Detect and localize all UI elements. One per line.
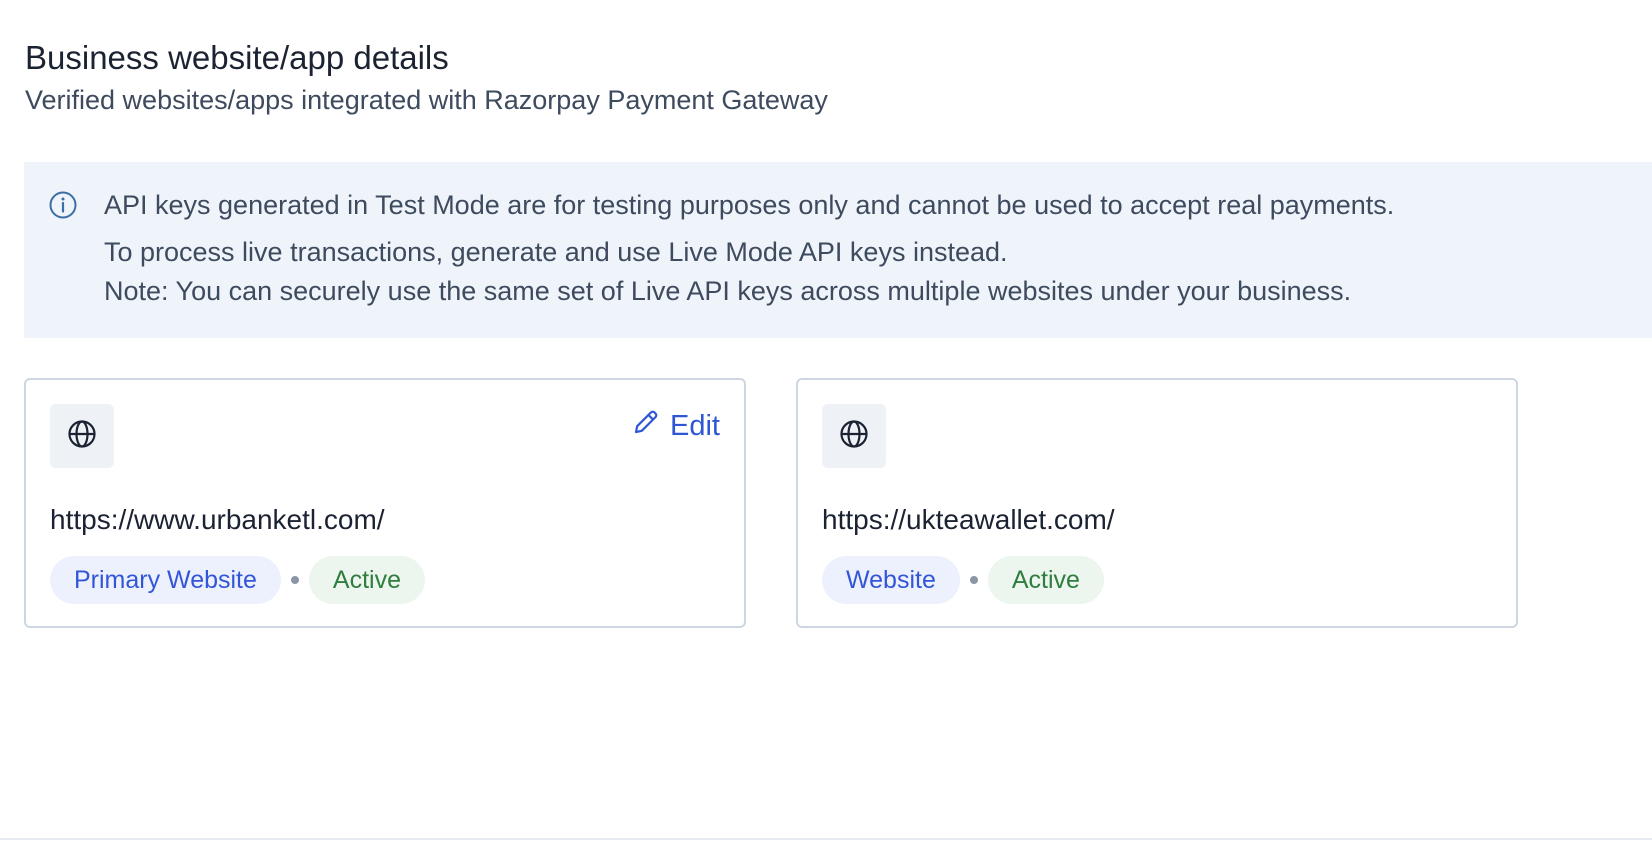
website-url: https://www.urbanketl.com/	[50, 504, 385, 535]
globe-icon	[66, 418, 98, 455]
banner-line-test-mode: API keys generated in Test Mode are for …	[104, 190, 1395, 220]
edit-website-button[interactable]: Edit	[632, 408, 720, 444]
pencil-icon	[632, 408, 660, 444]
website-badges: Primary Website Active	[50, 556, 426, 604]
website-type-badge: Website	[822, 556, 960, 604]
separator-dot	[290, 576, 299, 584]
edit-label: Edit	[670, 409, 720, 442]
banner-line-note: Note: You can securely use the same set …	[104, 276, 1352, 306]
website-badges: Website Active	[822, 556, 1104, 604]
separator-dot	[969, 576, 978, 584]
banner-line-live-mode: To process live transactions, generate a…	[104, 237, 1008, 267]
status-badge: Active	[308, 556, 426, 604]
website-icon-box	[822, 404, 886, 468]
section-header: Business website/app details Verified we…	[25, 38, 828, 117]
website-card-primary: Edit https://www.urbanketl.com/ Primary …	[24, 378, 746, 628]
page-subtitle: Verified websites/apps integrated with R…	[25, 85, 828, 115]
website-type-badge: Primary Website	[50, 556, 281, 604]
business-website-details-page: Business website/app details Verified we…	[0, 0, 1652, 844]
website-card-secondary: https://ukteawallet.com/ Website Active	[796, 378, 1518, 628]
website-icon-box	[50, 404, 114, 468]
banner-message: API keys generated in Test Mode are for …	[104, 188, 1394, 308]
globe-icon	[838, 418, 870, 455]
info-icon	[48, 190, 78, 220]
website-url: https://ukteawallet.com/	[822, 504, 1115, 535]
status-badge: Active	[987, 556, 1104, 604]
bottom-divider	[0, 838, 1652, 840]
info-banner: API keys generated in Test Mode are for …	[24, 162, 1652, 338]
page-title: Business website/app details	[25, 39, 449, 76]
